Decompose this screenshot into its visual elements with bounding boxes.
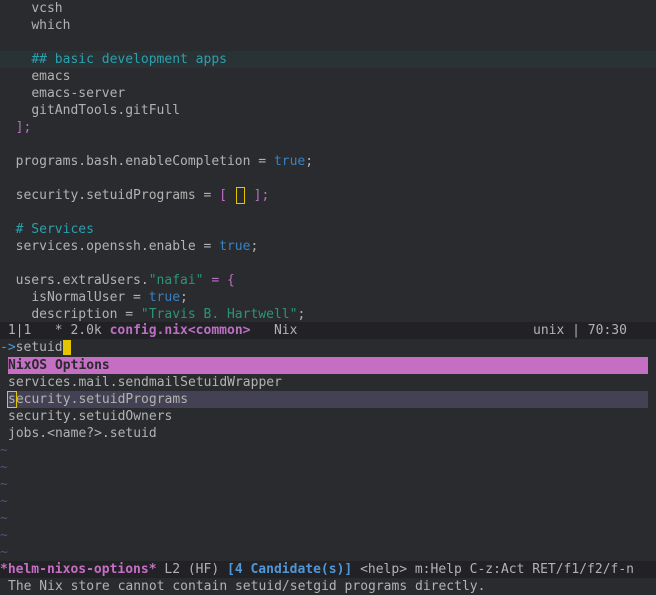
- code-line: description = "Travis B. Hartwell";: [31, 307, 306, 322]
- cursor-position: 70:30: [587, 323, 627, 338]
- code-line: users.extraUsers."nafai" = {: [15, 273, 235, 288]
- empty-line-marker: ~: [0, 494, 8, 509]
- helm-buffer-name: *helm-nixos-options*: [0, 562, 157, 577]
- helm-candidate[interactable]: jobs.<name?>.setuid: [8, 425, 648, 442]
- helm-completion-window: ->setuid NixOS Options services.mail.sen…: [0, 339, 656, 561]
- code-line: vcsh: [31, 1, 63, 16]
- buffer-size: * 2.0k: [54, 323, 102, 338]
- code-line: security.setuidPrograms = [ ];: [15, 187, 270, 204]
- point-cursor: [235, 187, 245, 204]
- code-line: programs.bash.enableCompletion = true;: [15, 154, 314, 169]
- empty-line-marker: ~: [0, 477, 8, 492]
- helm-candidate[interactable]: services.mail.sendmailSetuidWrapper: [8, 374, 648, 391]
- helm-modeline: *helm-nixos-options* L2 (HF) [4 Candidat…: [0, 561, 656, 578]
- helm-prompt[interactable]: ->setuid: [0, 339, 71, 356]
- code-line: emacs-server: [31, 86, 126, 101]
- line-column-indicator: 1|1: [7, 323, 32, 338]
- candidate-cursor: s: [7, 391, 17, 408]
- helm-line: L2: [164, 562, 181, 577]
- empty-line-marker: ~: [0, 511, 8, 526]
- empty-line-marker: ~: [0, 545, 8, 560]
- code-line: # Services: [15, 222, 94, 237]
- search-input[interactable]: setuid: [16, 340, 63, 355]
- echo-area-message: The Nix store cannot contain setuid/setg…: [8, 579, 486, 594]
- input-cursor: [62, 340, 71, 355]
- code-line: ];: [15, 120, 32, 135]
- candidate-count: [4 Candidate(s)]: [227, 562, 353, 577]
- helm-source-header: NixOS Options: [8, 357, 648, 374]
- buffer-name[interactable]: config.nix<common>: [110, 323, 251, 338]
- empty-line-marker: ~: [0, 460, 8, 475]
- helm-keybinding-help: <help> m:Help C-z:Act RET/f1/f2/f-n: [360, 562, 634, 577]
- code-line: emacs: [31, 69, 71, 84]
- empty-line-marker: ~: [0, 443, 8, 458]
- major-mode[interactable]: Nix: [274, 323, 297, 338]
- code-line: services.openssh.enable = true;: [15, 239, 259, 254]
- editor-buffer[interactable]: vcsh which ## basic development apps ema…: [0, 0, 656, 322]
- code-line-current: ## basic development apps: [0, 51, 656, 68]
- helm-candidate[interactable]: security.setuidOwners: [8, 408, 648, 425]
- encoding: unix: [533, 323, 565, 338]
- helm-candidate-selected[interactable]: security.setuidPrograms: [7, 391, 648, 408]
- empty-line-marker: ~: [0, 528, 8, 543]
- code-line: which: [31, 18, 71, 33]
- helm-mode: (HF): [187, 562, 220, 577]
- code-line: isNormalUser = true;: [31, 290, 188, 305]
- prompt-arrow: ->: [0, 340, 16, 355]
- buffer-modeline: 1|1 * 2.0k config.nix<common> Nix unix | …: [0, 322, 656, 339]
- code-line: gitAndTools.gitFull: [31, 103, 181, 118]
